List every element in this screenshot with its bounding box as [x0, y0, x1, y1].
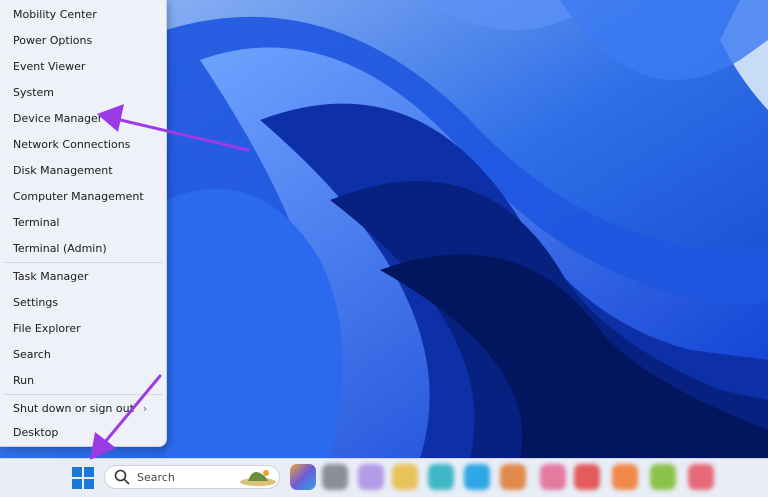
menu-item-power-options[interactable]: Power Options — [3, 28, 161, 52]
menu-item-label: System — [13, 85, 55, 99]
menu-item-label: Event Viewer — [13, 59, 86, 73]
menu-item-label: Network Connections — [13, 137, 131, 151]
menu-item-label: Task Manager — [13, 269, 89, 283]
app-icon-gray[interactable] — [322, 464, 348, 490]
menu-item-label: Desktop — [13, 425, 59, 439]
copilot-icon[interactable] — [290, 464, 316, 490]
menu-item-label: Power Options — [13, 33, 93, 47]
winx-menu: Mobility Center Power Options Event View… — [0, 0, 167, 447]
menu-item-label: Search — [13, 347, 51, 361]
menu-item-label: Disk Management — [13, 163, 113, 177]
menu-item-label: Mobility Center — [13, 7, 97, 21]
menu-item-label: Device Manager — [13, 111, 103, 125]
menu-item-run[interactable]: Run — [3, 368, 161, 392]
menu-separator — [3, 394, 163, 395]
menu-item-desktop[interactable]: Desktop — [3, 420, 161, 444]
app-icon-cyan[interactable] — [464, 464, 490, 490]
app-icon-rose[interactable] — [688, 464, 714, 490]
menu-separator — [3, 262, 163, 263]
menu-item-disk-management[interactable]: Disk Management — [3, 158, 161, 182]
menu-item-label: Shut down or sign out — [13, 401, 134, 415]
menu-item-network-connections[interactable]: Network Connections — [3, 132, 161, 156]
app-icon-teal[interactable] — [428, 464, 454, 490]
search-placeholder: Search — [137, 470, 175, 484]
menu-item-label: Settings — [13, 295, 59, 309]
menu-item-computer-management[interactable]: Computer Management — [3, 184, 161, 208]
menu-item-settings[interactable]: Settings — [3, 290, 161, 314]
menu-item-label: Terminal — [13, 215, 60, 229]
menu-item-shut-down-or-sign-out[interactable]: Shut down or sign out › — [3, 396, 161, 420]
search-icon — [114, 469, 130, 485]
windows-start-icon[interactable] — [72, 467, 94, 489]
app-icon-multicolor[interactable] — [500, 464, 526, 490]
chevron-right-icon: › — [142, 401, 148, 415]
menu-item-label: Terminal (Admin) — [13, 241, 107, 255]
menu-item-system[interactable]: System — [3, 80, 161, 104]
menu-item-label: Run — [13, 373, 35, 387]
menu-item-label: File Explorer — [13, 321, 81, 335]
menu-item-search[interactable]: Search — [3, 342, 161, 366]
menu-item-terminal[interactable]: Terminal — [3, 210, 161, 234]
menu-item-event-viewer[interactable]: Event Viewer — [3, 54, 161, 78]
app-icon-pink[interactable] — [540, 464, 566, 490]
app-icon-green[interactable] — [650, 464, 676, 490]
search-highlight-art-icon — [240, 470, 276, 486]
menu-item-task-manager[interactable]: Task Manager — [3, 264, 161, 288]
app-icon-orange[interactable] — [612, 464, 638, 490]
menu-item-mobility-center[interactable]: Mobility Center — [3, 2, 161, 26]
menu-item-terminal-admin[interactable]: Terminal (Admin) — [3, 236, 161, 260]
menu-item-file-explorer[interactable]: File Explorer — [3, 316, 161, 340]
menu-item-label: Computer Management — [13, 189, 144, 203]
app-icon-red[interactable] — [574, 464, 600, 490]
app-icon-yellow[interactable] — [392, 464, 418, 490]
app-icon-purple[interactable] — [358, 464, 384, 490]
menu-item-device-manager[interactable]: Device Manager — [3, 106, 161, 130]
